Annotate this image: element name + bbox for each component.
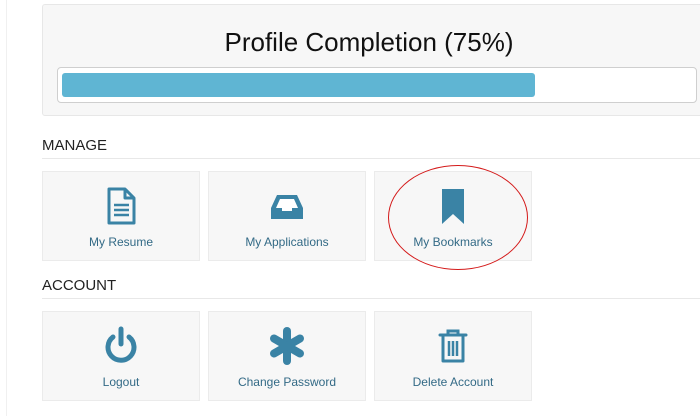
profile-progress-fill <box>62 73 535 97</box>
left-border-line <box>6 0 7 416</box>
power-icon <box>101 326 141 366</box>
change-password-tile[interactable]: Change Password <box>208 311 366 401</box>
delete-account-tile[interactable]: Delete Account <box>374 311 532 401</box>
my-applications-tile[interactable]: My Applications <box>208 171 366 261</box>
manage-heading: MANAGE <box>42 137 108 154</box>
my-bookmarks-label: My Bookmarks <box>413 235 493 249</box>
my-resume-label: My Resume <box>88 235 153 249</box>
logout-tile[interactable]: Logout <box>42 311 200 401</box>
logout-label: Logout <box>102 375 140 389</box>
delete-account-label: Delete Account <box>412 375 494 389</box>
account-heading: ACCOUNT <box>42 277 117 294</box>
trash-icon <box>433 326 473 366</box>
profile-completion-panel: Profile Completion (75%) <box>42 4 700 116</box>
account-divider <box>42 298 700 299</box>
asterisk-icon <box>267 326 307 366</box>
bookmark-icon <box>433 186 473 226</box>
my-bookmarks-tile[interactable]: My Bookmarks <box>374 171 532 261</box>
my-resume-tile[interactable]: My Resume <box>42 171 200 261</box>
change-password-label: Change Password <box>237 375 337 389</box>
my-applications-label: My Applications <box>245 235 329 249</box>
profile-completion-title: Profile Completion (75%) <box>224 27 514 57</box>
profile-progress-bar <box>57 67 697 103</box>
inbox-tray-icon <box>267 186 307 226</box>
manage-divider <box>42 158 700 159</box>
document-icon <box>101 186 141 226</box>
